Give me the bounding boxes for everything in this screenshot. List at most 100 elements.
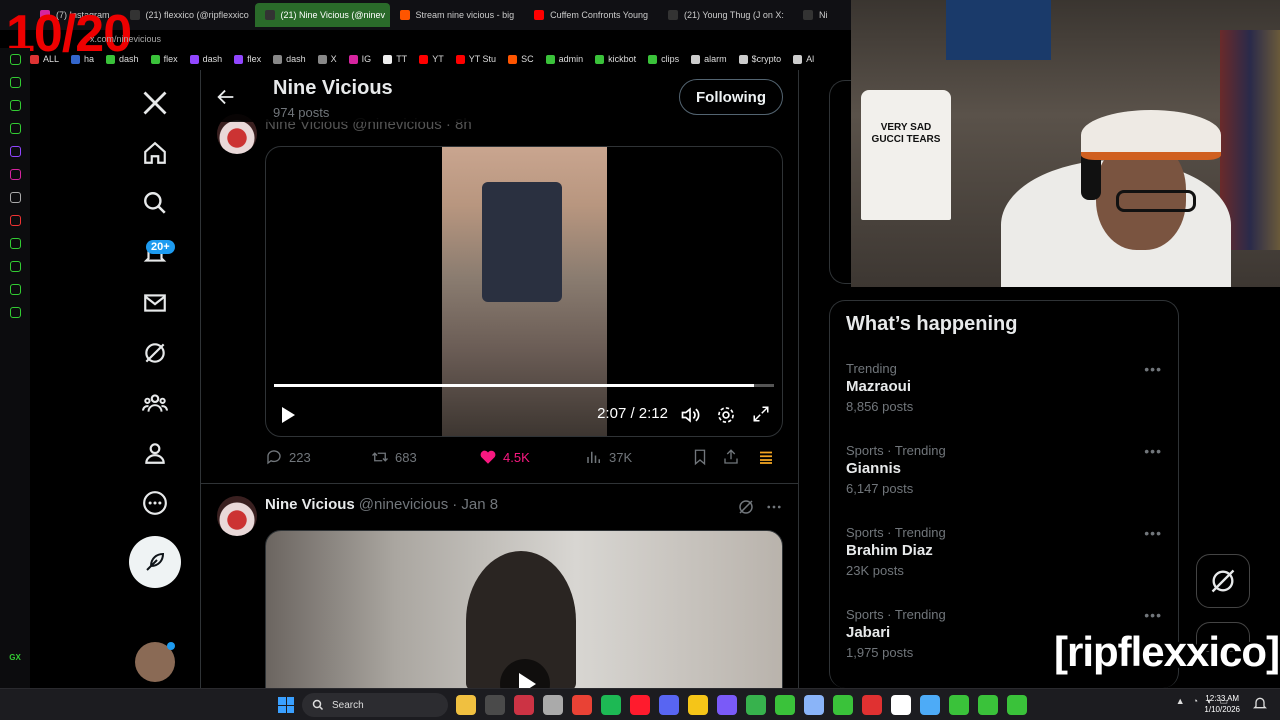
bookmark-item[interactable]: $crypto [738, 54, 781, 64]
bookmark-item[interactable]: ALL [30, 54, 59, 64]
taskbar-app-icon[interactable] [891, 695, 911, 715]
youtube-icon[interactable] [9, 215, 21, 226]
bookmark-item[interactable]: YT Stu [455, 54, 496, 64]
taskbar-app-icon[interactable] [746, 695, 766, 715]
share-button[interactable] [722, 448, 740, 466]
bookmark-item[interactable]: dash [273, 54, 306, 64]
wifi-icon[interactable]: ◔ [1193, 696, 1198, 707]
x-icon[interactable] [9, 192, 21, 203]
sidebar-icon[interactable] [9, 284, 21, 295]
post-date[interactable]: · Jan 8 [452, 496, 498, 513]
bookmark-item[interactable]: dash [106, 54, 139, 64]
taskbar-app-icon[interactable] [485, 695, 505, 715]
fullscreen-icon[interactable] [752, 405, 770, 428]
sidebar-icon[interactable] [9, 238, 21, 249]
bookmark-item[interactable]: YT [419, 54, 444, 64]
taskbar-app-icon[interactable] [543, 695, 563, 715]
taskbar-app-icon[interactable] [630, 695, 650, 715]
taskbar-app-icon[interactable] [920, 695, 940, 715]
browser-tab[interactable]: Cuffem Confronts Young [524, 3, 658, 27]
browser-tab[interactable]: (21) Nine Vicious (@ninev [254, 3, 390, 27]
play-icon[interactable] [280, 406, 296, 429]
sidebar-icon[interactable] [9, 77, 21, 88]
bookmark-item[interactable]: flex [150, 54, 178, 64]
taskbar-app-icon[interactable] [572, 695, 592, 715]
taskbar-app-icon[interactable] [659, 695, 679, 715]
browser-tab[interactable]: (21) flexxico (@ripflexxico [120, 3, 255, 27]
communities-icon[interactable] [130, 378, 180, 428]
back-button[interactable] [215, 86, 237, 113]
bookmark-button[interactable] [691, 448, 709, 466]
grok-icon[interactable] [737, 498, 755, 521]
taskbar-app-icon[interactable] [978, 695, 998, 715]
bookmark-item[interactable]: Al [793, 54, 814, 64]
x-logo-icon[interactable] [130, 78, 180, 128]
bookmark-item[interactable]: admin [545, 54, 583, 64]
browser-tab[interactable]: Stream nine vicious - big [390, 3, 525, 27]
search-icon[interactable] [130, 178, 180, 228]
play-icon[interactable] [500, 659, 550, 688]
trend-more-icon[interactable]: ••• [1144, 443, 1162, 459]
like-button[interactable]: 4.5K [479, 448, 530, 466]
taskbar-app-icon[interactable] [717, 695, 737, 715]
grok-explain-button[interactable] [757, 448, 775, 466]
bookmark-item[interactable]: clips [648, 54, 679, 64]
bookmark-item[interactable]: SC [508, 54, 534, 64]
notifications-icon[interactable]: 20+ [130, 228, 180, 278]
volume-icon[interactable] [680, 405, 700, 430]
bookmark-item[interactable]: kickbot [595, 54, 636, 64]
trend-more-icon[interactable]: ••• [1144, 361, 1162, 377]
more-icon[interactable] [130, 478, 180, 528]
sidebar-icon[interactable] [9, 123, 21, 134]
compose-post-button[interactable] [129, 536, 181, 588]
browser-tab[interactable]: Ni [793, 3, 838, 27]
taskbar-clock[interactable]: 12:33 AM 1/10/2026 [1204, 693, 1240, 715]
taskbar-search[interactable]: Search [302, 693, 448, 717]
sidebar-icon[interactable] [9, 100, 21, 111]
taskbar-app-icon[interactable] [1007, 695, 1027, 715]
notification-center-icon[interactable] [1252, 695, 1272, 715]
messages-icon[interactable] [130, 278, 180, 328]
trend-more-icon[interactable]: ••• [1144, 607, 1162, 623]
trend-item[interactable]: Sports · Trending Brahim Diaz 23K posts … [846, 525, 1166, 595]
profile-icon[interactable] [130, 428, 180, 478]
taskbar-app-icon[interactable] [601, 695, 621, 715]
bookmark-item[interactable]: dash [189, 54, 222, 64]
taskbar-app-icon[interactable] [775, 695, 795, 715]
taskbar-app-icon[interactable] [688, 695, 708, 715]
video-progress-bar[interactable] [274, 384, 774, 387]
chevron-up-icon[interactable]: ▲ [1176, 696, 1185, 707]
trend-item[interactable]: Sports · Trending Giannis 6,147 posts ••… [846, 443, 1166, 513]
grok-icon[interactable] [130, 328, 180, 378]
start-icon[interactable] [278, 697, 294, 713]
taskbar-app-icon[interactable] [949, 695, 969, 715]
repost-button[interactable]: 683 [371, 448, 417, 466]
taskbar-app-icon[interactable] [804, 695, 824, 715]
bookmark-item[interactable]: IG [348, 54, 371, 64]
home-icon[interactable] [130, 128, 180, 178]
bookmark-item[interactable]: alarm [691, 54, 727, 64]
instagram-icon[interactable] [9, 169, 21, 180]
following-button[interactable]: Following [679, 79, 783, 115]
views-button[interactable]: 37K [585, 448, 632, 466]
trend-item[interactable]: Trending Mazraoui 8,856 posts ••• [846, 361, 1166, 431]
grok-floating-button[interactable] [1196, 554, 1250, 608]
taskbar-app-icon[interactable] [456, 695, 476, 715]
post-author-handle[interactable]: @ninevicious [359, 496, 448, 513]
bookmark-item[interactable]: X [317, 54, 337, 64]
bookmark-item[interactable]: ha [71, 54, 94, 64]
sidebar-icon[interactable] [9, 261, 21, 272]
account-avatar[interactable] [135, 642, 175, 682]
settings-gear-icon[interactable] [716, 405, 736, 430]
sidebar-icon[interactable] [9, 54, 21, 65]
address-bar[interactable]: x.com/ninevicious [30, 30, 850, 48]
post-video-thumbnail[interactable] [265, 530, 783, 688]
taskbar-app-icon[interactable] [514, 695, 534, 715]
video-player[interactable]: 2:07 / 2:12 [265, 146, 783, 437]
bookmark-item[interactable]: flex [234, 54, 261, 64]
trend-more-icon[interactable]: ••• [1144, 525, 1162, 541]
twitch-icon[interactable] [9, 146, 21, 157]
taskbar-app-icon[interactable] [862, 695, 882, 715]
post-more-icon[interactable] [765, 498, 783, 521]
bookmark-item[interactable]: TT [383, 54, 407, 64]
